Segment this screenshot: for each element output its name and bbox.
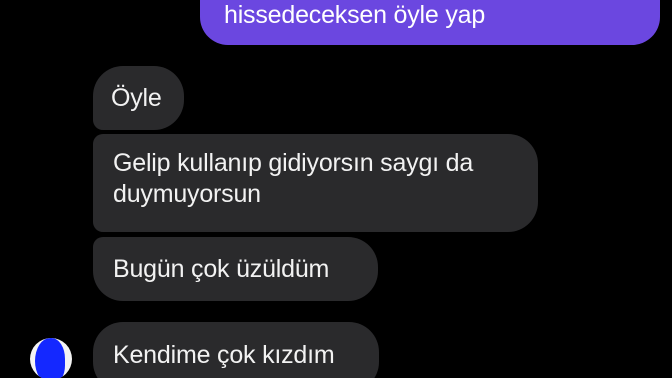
received-message-bubble[interactable]: Kendime çok kızdım	[93, 322, 379, 378]
message-text: Gelip kullanıp gidiyorsın saygı da duymu…	[113, 149, 474, 208]
avatar-scribble	[35, 338, 65, 378]
chat-thread: hissedeceksen öyle yap Öyle Gelip kullan…	[0, 0, 672, 378]
message-text: Bugün çok üzüldüm	[113, 255, 330, 283]
received-message-bubble[interactable]: Bugün çok üzüldüm	[93, 237, 378, 301]
avatar-icon[interactable]	[30, 338, 72, 378]
sent-message-bubble[interactable]: hissedeceksen öyle yap	[200, 0, 660, 45]
message-text: Öyle	[111, 84, 162, 112]
received-message-bubble[interactable]: Gelip kullanıp gidiyorsın saygı da duymu…	[93, 134, 538, 232]
message-text: Kendime çok kızdım	[113, 341, 335, 369]
message-text: hissedeceksen öyle yap	[224, 1, 486, 29]
received-message-bubble[interactable]: Öyle	[93, 66, 184, 130]
